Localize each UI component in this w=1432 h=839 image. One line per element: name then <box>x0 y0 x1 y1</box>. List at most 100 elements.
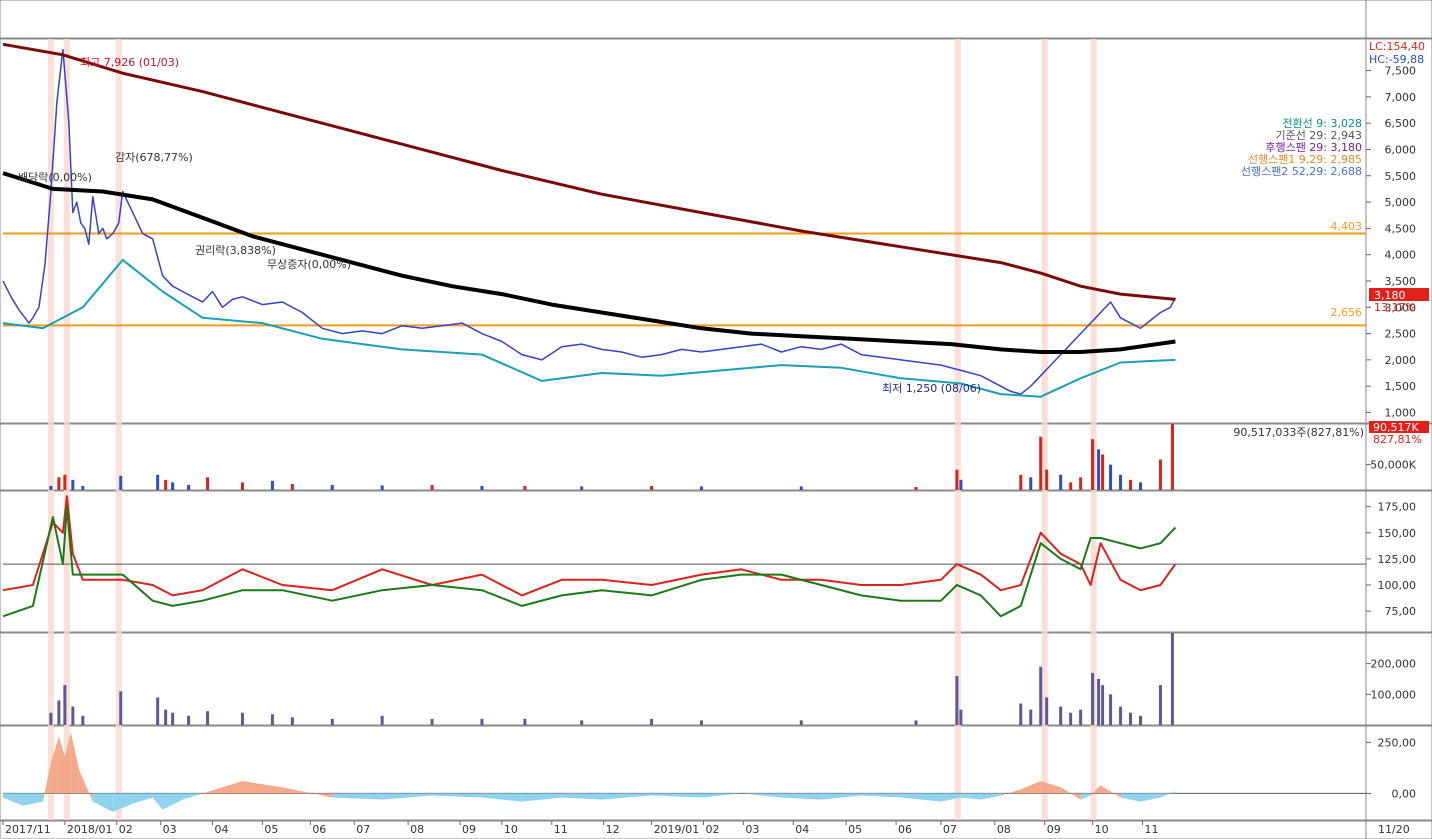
x-tick-label: 02 <box>705 823 719 836</box>
histogram-bar <box>71 706 75 725</box>
volume-tag-pct: 827,81% <box>1373 433 1422 446</box>
panel-frame <box>0 0 1432 39</box>
histogram-bar <box>1170 633 1174 725</box>
y-tick-label: 3,500 <box>1385 275 1417 288</box>
x-tick-label: 12 <box>606 823 620 836</box>
x-tick-label: 05 <box>848 823 862 836</box>
histogram-bar <box>164 709 168 725</box>
y-tick-label: 0,00 <box>1392 787 1417 800</box>
legend-item: 선행스팬2 52,29: 2,688 <box>1241 165 1362 178</box>
y-tick-label: 6,000 <box>1385 143 1417 156</box>
panel-backgrounds <box>0 0 1432 839</box>
x-tick-label: 08 <box>410 823 424 836</box>
histogram-bar <box>81 715 85 725</box>
y-tick-label: 2,000 <box>1385 354 1417 367</box>
lc-label: LC:154,40 <box>1369 40 1425 53</box>
volume-bar <box>650 485 654 490</box>
volume-bar <box>1019 474 1023 490</box>
y-tick-label: 200,000 <box>1371 658 1417 671</box>
volume-header: 90,517,033주(827,81%) <box>1233 426 1364 439</box>
volume-bar <box>580 486 584 490</box>
x-tick-label: 03 <box>163 823 177 836</box>
histogram-bar <box>206 711 210 725</box>
histogram-bar <box>57 700 61 725</box>
histogram-bar <box>955 675 959 725</box>
histogram-bar <box>523 718 527 725</box>
annotation-ex-rights: 권리락(3,838%) <box>195 244 276 257</box>
panel-frame <box>0 725 1432 821</box>
histogram-bar <box>171 712 175 725</box>
volume-bar <box>330 484 334 490</box>
volume-bar <box>1170 424 1174 490</box>
x-tick-label: 09 <box>1047 823 1061 836</box>
y-tick-label: 150,00 <box>1378 527 1417 540</box>
volume-bar <box>119 475 123 490</box>
histogram-bar <box>650 718 654 725</box>
histogram-bar <box>330 718 334 725</box>
annotation-bonus-issue: 무상증자(0,00%) <box>267 258 351 271</box>
panel-frame <box>0 38 1432 424</box>
histogram-bar <box>1091 672 1095 725</box>
y-tick-label: 4,500 <box>1385 222 1417 235</box>
annotation-low: 최저 1,250 (08/06) <box>882 382 981 395</box>
volume-bar <box>164 479 168 490</box>
volume-bar <box>171 482 175 490</box>
volume-bar <box>1101 454 1105 490</box>
histogram-bar <box>480 718 484 725</box>
y-tick-label: 1,500 <box>1385 380 1417 393</box>
volume-bar <box>1109 464 1113 490</box>
volume-bar <box>959 479 963 490</box>
y-tick-label: 5,000 <box>1385 196 1417 209</box>
y-tick-label: 6,500 <box>1385 117 1417 130</box>
histogram-bar <box>1069 712 1073 725</box>
histogram-bar <box>1079 709 1083 725</box>
histogram-bar <box>187 715 191 725</box>
volume-bar <box>1091 439 1095 490</box>
hc-label: HC:-59,88 <box>1369 53 1424 66</box>
x-tick-label: 04 <box>795 823 809 836</box>
histogram-bar <box>270 714 274 725</box>
volume-bar <box>480 485 484 490</box>
y-tick-label: 175,00 <box>1378 501 1417 514</box>
volume-bar <box>49 485 53 490</box>
x-tick-label: 04 <box>215 823 229 836</box>
volume-bar <box>81 485 85 490</box>
x-tick-label: 10 <box>1095 823 1109 836</box>
volume-bar <box>290 483 294 490</box>
volume-bar <box>914 486 918 490</box>
panel-frame <box>0 423 1432 491</box>
volume-bar <box>523 485 527 490</box>
histogram-bar <box>1019 703 1023 725</box>
histogram-bar <box>1109 694 1113 725</box>
x-tick-label: 10 <box>504 823 518 836</box>
price-tag-pct: 13,17% <box>1374 301 1416 314</box>
volume-bar <box>1029 477 1033 490</box>
stock-chart: 7,500 7,000 6,500 6,000 5,500 5,000 4,500 4,000… <box>0 0 1432 839</box>
histogram-bar <box>1119 706 1123 725</box>
histogram-bar <box>1039 666 1043 725</box>
histogram-bar <box>1138 715 1142 725</box>
volume-bar <box>156 474 160 490</box>
hline-label: 2,656 <box>1331 306 1363 319</box>
histogram-bar <box>699 720 703 725</box>
x-tick-label: 06 <box>312 823 326 836</box>
volume-bar <box>187 484 191 490</box>
volume-bar <box>1039 436 1043 490</box>
y-tick-label: 7,500 <box>1385 65 1417 78</box>
volume-bar <box>1158 459 1162 490</box>
histogram-bar <box>914 720 918 725</box>
y-tick-label: 250,00 <box>1378 736 1417 749</box>
x-tick-label: 03 <box>745 823 759 836</box>
volume-bar <box>380 485 384 490</box>
x-tick-label: 06 <box>898 823 912 836</box>
x-tick-label: 07 <box>356 823 370 836</box>
y-tick-label: 100,000 <box>1371 688 1417 701</box>
volume-bar <box>206 477 210 490</box>
volume-bar <box>430 484 434 490</box>
x-tick-label: 11 <box>1144 823 1158 836</box>
y-tick-label: 1,000 <box>1385 406 1417 419</box>
volume-bar <box>1069 482 1073 490</box>
volume-bar <box>1119 474 1123 490</box>
histogram-bar <box>380 715 384 725</box>
volume-bar <box>240 482 244 490</box>
